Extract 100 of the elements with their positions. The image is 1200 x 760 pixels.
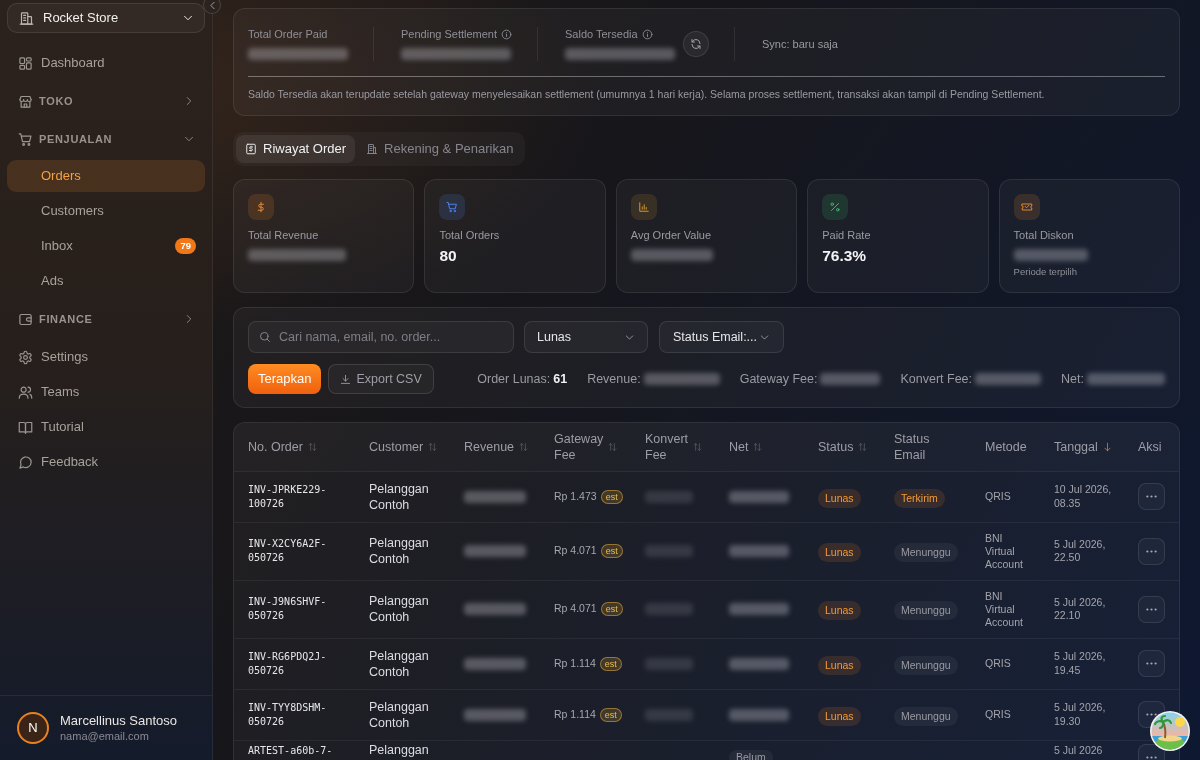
stat-label: Total Orders bbox=[439, 228, 501, 242]
email-status-badge: Menunggu bbox=[894, 706, 958, 726]
sync-status: Sync: baru saja bbox=[762, 36, 838, 52]
customer-name: Pelanggan Contoh bbox=[369, 593, 430, 625]
column-header[interactable]: No. Order bbox=[248, 438, 303, 455]
email-status-dropdown[interactable]: Status Email:... bbox=[659, 321, 784, 353]
search-icon bbox=[259, 331, 271, 343]
tab[interactable]: Rekening & Penarikan bbox=[357, 135, 523, 163]
stat-value: 76.3% bbox=[822, 246, 868, 266]
sidebar-item[interactable]: Orders bbox=[7, 160, 205, 192]
payment-status-badge: Lunas bbox=[818, 706, 861, 726]
more-icon bbox=[1146, 495, 1157, 498]
balance-label: Total Order Paid bbox=[248, 28, 328, 41]
sidebar-item[interactable]: Tutorial bbox=[7, 411, 205, 443]
payment-status-badge: Lunas bbox=[818, 488, 861, 508]
customer-name: Pelanggan Contoh bbox=[369, 480, 430, 513]
sidebar-item[interactable]: Inbox 79 bbox=[7, 230, 205, 262]
more-icon bbox=[1146, 713, 1157, 716]
estimate-badge: est bbox=[600, 489, 623, 504]
cart-icon bbox=[439, 194, 466, 220]
summary-label: Order Lunas: bbox=[477, 371, 551, 387]
palm-island-icon[interactable] bbox=[1150, 711, 1190, 751]
stat-value: 80 bbox=[439, 246, 458, 266]
user-email: nama@email.com bbox=[60, 729, 150, 743]
sidebar-item[interactable]: Dashboard bbox=[7, 47, 205, 79]
percent-icon bbox=[822, 194, 849, 220]
bar-chart-icon bbox=[630, 194, 657, 220]
user-avatar: N bbox=[17, 712, 49, 744]
stat-label: Total Diskon bbox=[1013, 228, 1075, 242]
ticket-icon bbox=[1013, 194, 1040, 220]
sidebar-section[interactable]: TOKO bbox=[7, 85, 205, 117]
stat-note: Periode terpilih bbox=[1013, 266, 1078, 277]
order-number: ARTEST-a60b-7- bbox=[248, 743, 334, 757]
estimate-badge: est bbox=[600, 602, 623, 616]
order-number: INV-TYY8DSHM-050726 bbox=[248, 700, 328, 729]
dollar-icon bbox=[248, 194, 274, 220]
payment-method: QRIS bbox=[985, 708, 1012, 721]
stat-label: Paid Rate bbox=[822, 228, 872, 242]
balance-label: Saldo Tersedia bbox=[565, 28, 638, 41]
sidebar-item[interactable]: Teams bbox=[7, 376, 205, 408]
status-filter-dropdown[interactable]: Lunas bbox=[524, 321, 648, 353]
column-header[interactable]: Konvert Fee bbox=[645, 430, 689, 463]
column-header[interactable]: Revenue bbox=[464, 438, 515, 455]
column-header[interactable]: Status bbox=[818, 438, 854, 455]
summary-label: Revenue: bbox=[587, 371, 641, 387]
order-date: 5 Jul 2026, 22.50 bbox=[1054, 537, 1107, 565]
customer-name: Pelanggan Contoh bbox=[369, 647, 430, 680]
column-header[interactable]: Gateway Fee bbox=[554, 430, 604, 463]
column-header[interactable]: Net bbox=[729, 438, 749, 455]
payment-status-badge: Lunas bbox=[818, 543, 861, 562]
building-icon bbox=[366, 143, 379, 155]
building-icon bbox=[19, 10, 34, 26]
more-icon bbox=[1146, 549, 1157, 553]
gateway-fee: Rp 4.071 bbox=[554, 543, 597, 559]
chat-bubble-icon bbox=[18, 454, 33, 470]
sidebar-item[interactable]: Feedback bbox=[7, 446, 205, 478]
payment-status-badge: Lunas bbox=[818, 655, 861, 675]
summary-value: 61 bbox=[553, 371, 568, 387]
collapse-sidebar-button[interactable] bbox=[203, 0, 221, 14]
users-icon bbox=[18, 384, 33, 400]
column-header: Aksi bbox=[1138, 438, 1162, 455]
sidebar-section[interactable]: FINANCE bbox=[7, 303, 205, 335]
export-csv-button[interactable]: Export CSV bbox=[328, 364, 434, 394]
book-icon bbox=[18, 419, 33, 435]
user-name: Marcellinus Santoso bbox=[60, 713, 178, 729]
unread-count-badge: 79 bbox=[175, 238, 196, 254]
order-number: INV-J9N6SHVF-050726 bbox=[248, 595, 328, 623]
stat-label: Avg Order Value bbox=[630, 228, 713, 242]
payment-method: BNI Virtual Account bbox=[985, 589, 1024, 629]
download-icon bbox=[340, 373, 352, 385]
estimate-badge: est bbox=[600, 544, 623, 558]
estimate-badge: est bbox=[599, 707, 622, 722]
summary-label: Gateway Fee: bbox=[739, 371, 818, 387]
payment-method: QRIS bbox=[985, 657, 1012, 670]
net-status-badge: Belum bbox=[729, 749, 773, 760]
store-switcher[interactable]: Rocket Store bbox=[7, 3, 205, 33]
column-header[interactable]: Customer bbox=[369, 438, 424, 455]
payment-method: QRIS bbox=[985, 490, 1012, 503]
refresh-button[interactable] bbox=[683, 31, 709, 57]
gateway-fee: Rp 1.473 bbox=[554, 488, 597, 504]
customer-name: Pelanggan Contoh bbox=[369, 698, 430, 731]
email-status-badge: Menunggu bbox=[894, 655, 958, 675]
sidebar-section[interactable]: PENJUALAN bbox=[7, 123, 205, 155]
tab[interactable]: Riwayat Order bbox=[236, 135, 356, 163]
gateway-fee: Rp 1.114 bbox=[554, 655, 596, 671]
dollar-document-icon bbox=[245, 143, 257, 155]
email-status-badge: Menunggu bbox=[894, 601, 958, 620]
dashboard-grid-icon bbox=[18, 55, 33, 71]
column-header[interactable]: Tanggal bbox=[1054, 438, 1098, 455]
sidebar-item[interactable]: Ads bbox=[7, 265, 205, 297]
wallet-icon bbox=[18, 311, 33, 327]
balance-label: Pending Settlement bbox=[401, 28, 497, 41]
order-date: 5 Jul 2026, 19.45 bbox=[1054, 650, 1107, 677]
order-date: 5 Jul 2026 bbox=[1054, 743, 1104, 757]
more-icon bbox=[1146, 755, 1157, 759]
sidebar-item[interactable]: Customers bbox=[7, 195, 205, 227]
stat-label: Total Revenue bbox=[248, 228, 320, 242]
sidebar-item[interactable]: Settings bbox=[7, 341, 205, 373]
email-status-badge: Menunggu bbox=[894, 543, 958, 562]
storefront-icon bbox=[18, 93, 33, 109]
